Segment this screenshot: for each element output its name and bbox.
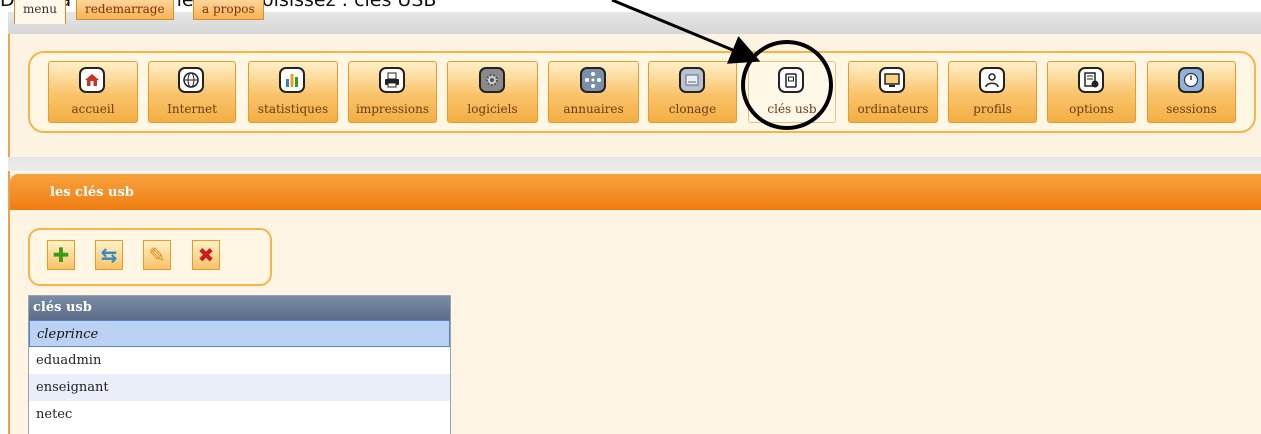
add-icon: ✚: [52, 243, 70, 267]
edit-icon: ✎: [148, 243, 166, 267]
list-item[interactable]: enseignant: [29, 374, 450, 401]
list-item[interactable]: cleprince: [29, 320, 450, 347]
edit-button[interactable]: ✎: [143, 240, 171, 270]
section-divider: [8, 157, 1261, 171]
arrow-to-usb: [611, 0, 761, 64]
section-title: les clés usb: [50, 185, 134, 200]
usb-keys-list: clés usb cleprince eduadmin enseignant n…: [28, 295, 451, 434]
add-button[interactable]: ✚: [47, 240, 75, 270]
delete-button[interactable]: ✖: [192, 240, 220, 270]
refresh-icon: ⇆: [100, 243, 118, 267]
delete-icon: ✖: [197, 243, 215, 267]
list-item[interactable]: netec: [29, 401, 450, 428]
list-header: clés usb: [29, 296, 450, 320]
list-item[interactable]: eduadmin: [29, 347, 450, 374]
section-header: les clés usb: [10, 174, 1261, 210]
refresh-button[interactable]: ⇆: [95, 240, 123, 270]
